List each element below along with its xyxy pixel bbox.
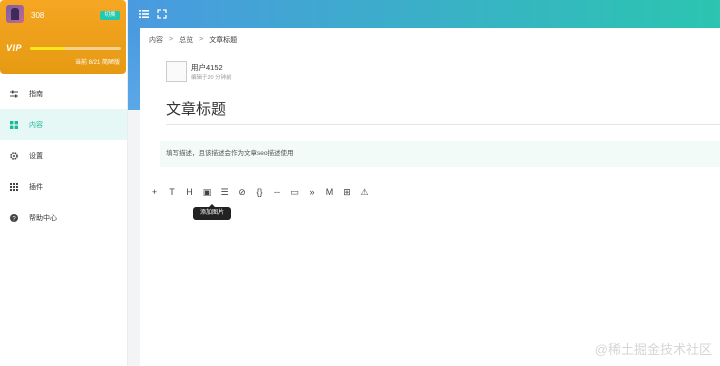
watermark: @稀土掘金技术社区 <box>594 342 712 357</box>
top-header <box>128 0 720 28</box>
vip-progress-bar <box>30 47 121 50</box>
menu-icon[interactable] <box>139 9 149 19</box>
author-name: 用户4152 <box>191 63 223 72</box>
divider-icon[interactable]: -- <box>271 186 284 198</box>
breadcrumb-item-overview[interactable]: 总览 <box>179 35 193 45</box>
avatar[interactable] <box>6 5 24 23</box>
breadcrumb-separator: > <box>169 36 174 43</box>
description-input[interactable]: 填写描述，且该描述会作为文章seo描述使用 <box>160 141 720 167</box>
list-icon[interactable]: ☰ <box>218 186 231 198</box>
breadcrumb-item-current: 文章标题 <box>209 36 238 44</box>
breadcrumb-item-content[interactable]: 内容 <box>149 35 163 45</box>
sidebar-item-guide[interactable]: 指南 <box>0 78 127 109</box>
sidebar: 308 切换 VIP 当前 8/21 简陋版 指南 内容 设置 插件 ? 帮助中… <box>0 0 128 366</box>
markdown-icon[interactable]: M <box>323 186 336 198</box>
breadcrumb: 内容 > 总览 > 文章标题 <box>140 28 720 51</box>
vip-progress-text: 当前 8/21 简陋版 <box>74 60 120 66</box>
sliders-icon <box>10 90 18 98</box>
warning-icon[interactable]: ⚠ <box>358 186 371 198</box>
sidebar-item-label: 设置 <box>29 152 43 160</box>
sidebar-item-plugins[interactable]: 插件 <box>0 171 127 202</box>
sidebar-item-settings[interactable]: 设置 <box>0 140 127 171</box>
breadcrumb-separator: > <box>199 36 204 43</box>
image-icon[interactable]: ▣ <box>201 186 214 198</box>
sidebar-nav: 指南 内容 设置 插件 ? 帮助中心 <box>0 78 127 233</box>
vip-logo: VIP <box>6 43 23 53</box>
editor-toolbar: + T H ▣ ☰ ⊘ {} -- ▭ » M ⊞ ⚠ <box>148 186 376 198</box>
sidebar-item-help[interactable]: ? 帮助中心 <box>0 202 127 233</box>
sidebar-item-label: 帮助中心 <box>29 214 57 222</box>
title-input[interactable]: 文章标题 <box>166 99 720 125</box>
apps-icon <box>10 182 18 191</box>
username: 308 <box>31 11 45 20</box>
plus-icon[interactable]: + <box>148 186 161 198</box>
gear-icon <box>10 151 18 160</box>
sidebar-item-content[interactable]: 内容 <box>0 109 127 140</box>
sidebar-item-label: 内容 <box>29 121 43 129</box>
table-icon[interactable]: ⊞ <box>341 186 354 198</box>
author-avatar <box>166 61 187 82</box>
text-icon[interactable]: T <box>166 186 179 198</box>
heading-icon[interactable]: H <box>183 186 196 198</box>
video-icon[interactable]: ▭ <box>288 186 301 198</box>
header-gradient-edge <box>128 28 140 110</box>
quote-icon[interactable]: » <box>306 186 319 198</box>
help-icon: ? <box>10 213 18 222</box>
check-circle-icon[interactable]: ⊘ <box>236 186 249 198</box>
author-meta: 编辑于20 分钟前 <box>191 75 232 81</box>
grid-icon <box>10 120 18 129</box>
fullscreen-icon[interactable] <box>157 9 167 19</box>
article-editor: 用户4152 编辑于20 分钟前 文章标题 填写描述，且该描述会作为文章seo描… <box>140 51 720 366</box>
sidebar-item-label: 指南 <box>29 90 43 98</box>
vip-progress-fill <box>30 47 65 50</box>
vip-card: 308 切换 VIP 当前 8/21 简陋版 <box>0 0 126 74</box>
switch-button[interactable]: 切换 <box>100 11 120 20</box>
code-icon[interactable]: {} <box>253 186 266 198</box>
sidebar-item-label: 插件 <box>29 183 43 191</box>
tooltip: 添加图片 <box>193 204 231 220</box>
